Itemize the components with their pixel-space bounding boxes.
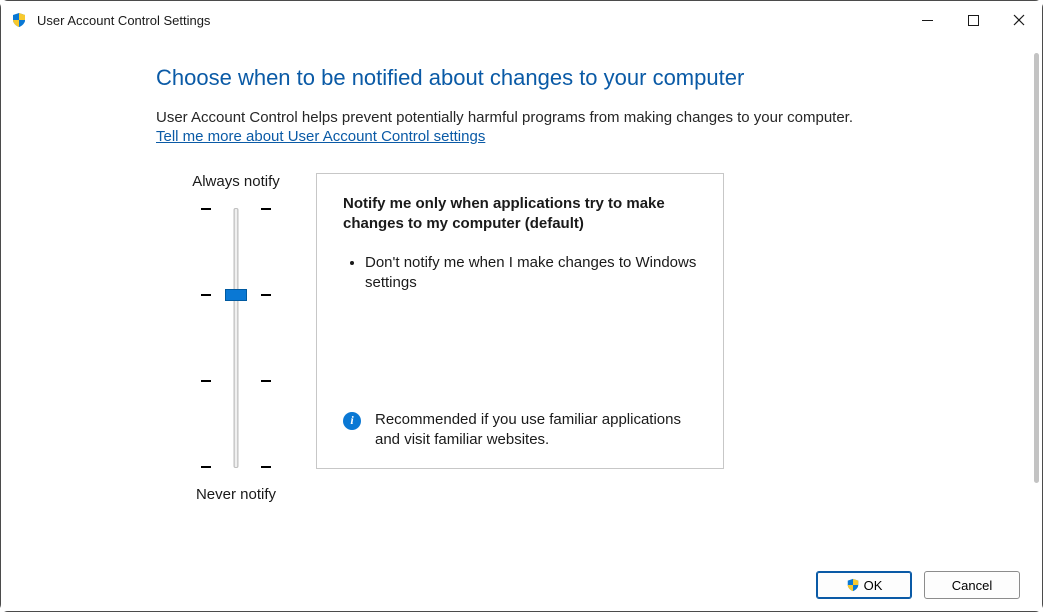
maximize-button[interactable] <box>950 1 996 39</box>
dialog-footer: OK Cancel <box>1 559 1042 611</box>
minimize-button[interactable] <box>904 1 950 39</box>
slider-track[interactable] <box>201 208 271 468</box>
window-controls <box>904 1 1042 39</box>
info-recommendation-text: Recommended if you use familiar applicat… <box>375 410 697 451</box>
cancel-button[interactable]: Cancel <box>924 571 1020 599</box>
info-recommendation: i Recommended if you use familiar applic… <box>343 410 697 451</box>
ok-button[interactable]: OK <box>816 571 912 599</box>
shield-icon <box>846 578 860 592</box>
slider-top-label: Always notify <box>192 173 280 190</box>
shield-icon <box>11 12 27 28</box>
scrollbar[interactable] <box>1034 53 1039 483</box>
window-title: User Account Control Settings <box>37 13 210 28</box>
notification-info-panel: Notify me only when applications try to … <box>316 173 724 469</box>
info-bullet: Don't notify me when I make changes to W… <box>365 253 697 294</box>
page-description: User Account Control helps prevent poten… <box>156 109 901 126</box>
cancel-button-label: Cancel <box>952 578 992 593</box>
ok-button-label: OK <box>864 578 883 593</box>
info-icon: i <box>343 412 361 430</box>
client-area: Choose when to be notified about changes… <box>1 39 1031 559</box>
notification-slider: Always notify Never notify <box>156 173 316 503</box>
page-heading: Choose when to be notified about changes… <box>156 65 901 91</box>
titlebar: User Account Control Settings <box>1 1 1042 39</box>
info-title: Notify me only when applications try to … <box>343 194 697 235</box>
slider-thumb[interactable] <box>225 289 247 301</box>
close-button[interactable] <box>996 1 1042 39</box>
slider-bottom-label: Never notify <box>196 486 276 503</box>
help-link[interactable]: Tell me more about User Account Control … <box>156 128 485 145</box>
